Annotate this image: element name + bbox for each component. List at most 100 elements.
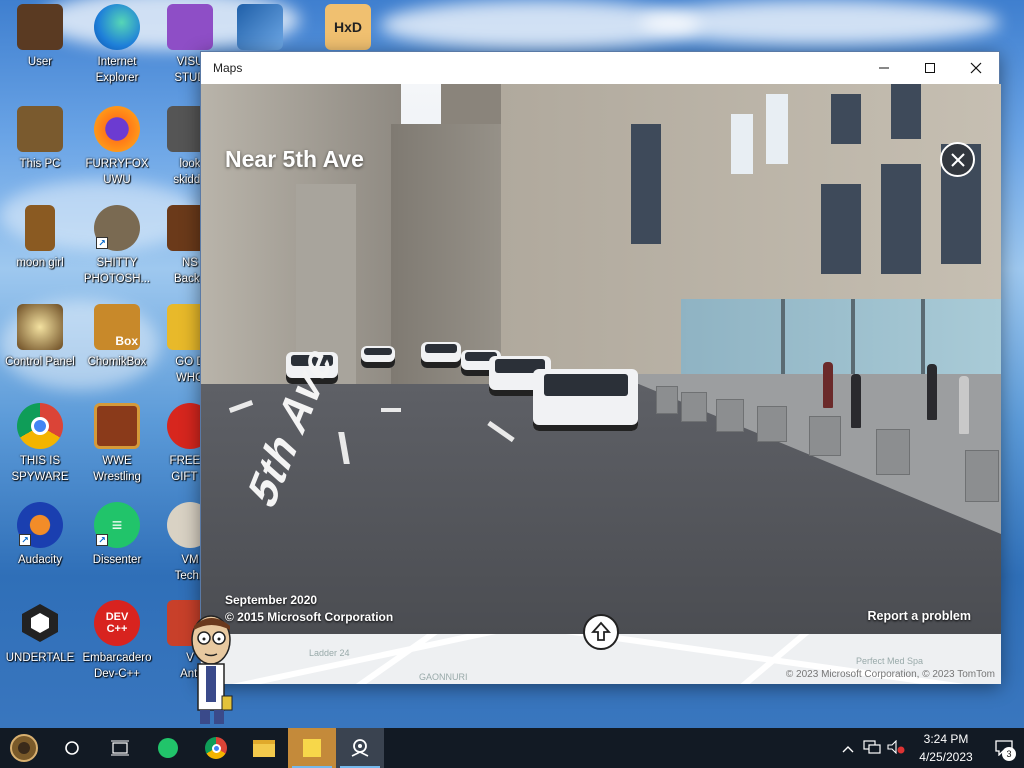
bollard bbox=[876, 429, 910, 475]
bollard bbox=[681, 392, 707, 422]
maximize-button[interactable] bbox=[907, 52, 953, 84]
bollard bbox=[809, 416, 841, 456]
lane-marking bbox=[381, 408, 401, 412]
street-title: Near 5th Ave bbox=[225, 146, 364, 172]
capture-info: September 2020 © 2015 Microsoft Corporat… bbox=[225, 592, 393, 626]
pedestrian bbox=[927, 364, 937, 420]
compass-button[interactable] bbox=[583, 614, 619, 650]
pedestrian bbox=[823, 362, 833, 408]
bollard bbox=[965, 450, 999, 502]
window-title: Maps bbox=[213, 61, 243, 75]
car bbox=[421, 342, 461, 368]
taskbar-chrome[interactable] bbox=[192, 728, 240, 768]
computer-icon bbox=[17, 106, 63, 152]
map-copyright: © 2023 Microsoft Corporation, © 2023 Tom… bbox=[785, 669, 995, 680]
network-button[interactable] bbox=[860, 739, 884, 757]
edge-icon bbox=[94, 4, 140, 50]
user-icon bbox=[17, 4, 63, 50]
car bbox=[361, 346, 395, 368]
action-center-button[interactable]: 3 bbox=[984, 728, 1024, 768]
close-streetside-button[interactable] bbox=[940, 142, 975, 177]
dissenter-icon bbox=[158, 738, 178, 758]
streetside-view[interactable]: 5th Ave Near 5th Ave September 2020 © 20… bbox=[201, 84, 1001, 634]
desktop-icon-this-pc[interactable]: This PC bbox=[0, 106, 80, 196]
taskbar-file-explorer[interactable] bbox=[240, 728, 288, 768]
network-icon bbox=[863, 739, 881, 754]
maximize-icon bbox=[925, 63, 935, 73]
building-window bbox=[731, 114, 753, 174]
maps-icon bbox=[351, 739, 369, 757]
taskbar-maps[interactable] bbox=[336, 728, 384, 768]
desktop-icon-chomikbox[interactable]: Box ChomikBox bbox=[77, 304, 157, 394]
desktop-icon-wwe[interactable]: WWE Wrestling bbox=[77, 403, 157, 493]
title-bar[interactable]: Maps bbox=[201, 52, 999, 84]
desktop-icon-moon-girl[interactable]: moon girl bbox=[0, 205, 80, 295]
desktop-icon-edge[interactable]: Internet Explorer bbox=[77, 4, 157, 94]
arrow-up-icon bbox=[590, 621, 612, 641]
wwe-icon bbox=[94, 403, 140, 449]
bollard bbox=[716, 399, 744, 432]
sticky-notes-icon bbox=[303, 739, 321, 757]
volume-muted-icon bbox=[887, 739, 905, 754]
imagery-copyright: © 2015 Microsoft Corporation bbox=[225, 610, 394, 624]
building-window bbox=[766, 94, 788, 164]
minimize-button[interactable] bbox=[861, 52, 907, 84]
taskbar-sticky-notes[interactable] bbox=[288, 728, 336, 768]
lightbulb-icon bbox=[17, 304, 63, 350]
desktop-icon-furryfox[interactable]: FURRYFOX UWU bbox=[77, 106, 157, 196]
desktop-buddy-character[interactable] bbox=[186, 612, 238, 728]
notification-badge: 3 bbox=[1002, 747, 1016, 761]
taskbar: 3:24 PM 4/25/2023 3 bbox=[0, 728, 1024, 768]
audacity-icon: ↗ bbox=[17, 502, 63, 548]
maps-window: Maps 5th Ave Near 5th Ave September 2020… bbox=[200, 51, 1001, 684]
bollard bbox=[656, 386, 678, 414]
chrome-icon bbox=[205, 737, 227, 759]
start-menu-icon bbox=[10, 734, 38, 762]
chrome-icon bbox=[17, 403, 63, 449]
window-controls bbox=[861, 52, 999, 84]
close-icon bbox=[950, 152, 965, 167]
search-button[interactable] bbox=[48, 728, 96, 768]
map-road bbox=[204, 634, 618, 684]
start-button[interactable] bbox=[0, 728, 48, 768]
desktop-icon-chrome-spyware[interactable]: THIS IS SPYWARE bbox=[0, 403, 80, 493]
desktop-icon-gimp[interactable]: ↗ SHITTY PHOTOSH... bbox=[77, 205, 157, 295]
devcpp-icon: DEV C++ bbox=[94, 600, 140, 646]
volume-button[interactable] bbox=[884, 739, 908, 757]
map-label: Perfect Med Spa bbox=[856, 656, 924, 666]
building-window bbox=[631, 124, 661, 244]
close-window-button[interactable] bbox=[953, 52, 999, 84]
cortana-icon bbox=[65, 741, 79, 755]
character-icon bbox=[191, 615, 233, 724]
show-hidden-icons-button[interactable] bbox=[836, 741, 860, 756]
dissenter-icon: ≡ ↗ bbox=[94, 502, 140, 548]
desktop-icon-audacity[interactable]: ↗ Audacity bbox=[0, 502, 80, 592]
hxd-icon: HxD bbox=[325, 4, 371, 50]
unity-icon bbox=[17, 600, 63, 646]
map-label: Ladder 24 bbox=[309, 648, 350, 658]
taskbar-dissenter[interactable] bbox=[144, 728, 192, 768]
task-view-button[interactable] bbox=[96, 728, 144, 768]
capture-date: September 2020 bbox=[225, 593, 318, 607]
gimp-icon: ↗ bbox=[94, 205, 140, 251]
cabinet-icon bbox=[25, 205, 55, 251]
desktop-icon-dissenter[interactable]: ≡ ↗ Dissenter bbox=[77, 502, 157, 592]
firefox-icon bbox=[94, 106, 140, 152]
folder-icon bbox=[253, 739, 275, 757]
building-window bbox=[821, 184, 861, 274]
building-window bbox=[891, 84, 921, 139]
desktop-icon-undertale[interactable]: UNDERTALE bbox=[0, 600, 80, 690]
building-window bbox=[831, 94, 861, 144]
desktop-icon-control-panel[interactable]: Control Panel bbox=[0, 304, 80, 394]
bollard bbox=[757, 406, 787, 442]
desktop-icon-user[interactable]: User bbox=[0, 4, 80, 94]
report-problem-link[interactable]: Report a problem bbox=[868, 609, 972, 623]
close-icon bbox=[970, 62, 982, 74]
police-suv bbox=[533, 369, 638, 431]
desktop-icon-devcpp[interactable]: DEV C++ Embarcadero Dev-C++ bbox=[77, 600, 157, 690]
desktop-icons: User This PC moon girl Control Panel THI… bbox=[0, 0, 371, 728]
virtualbox-icon bbox=[237, 4, 283, 50]
clock-date: 4/25/2023 bbox=[919, 750, 973, 764]
clock[interactable]: 3:24 PM 4/25/2023 bbox=[908, 730, 984, 766]
building-window bbox=[881, 164, 921, 274]
